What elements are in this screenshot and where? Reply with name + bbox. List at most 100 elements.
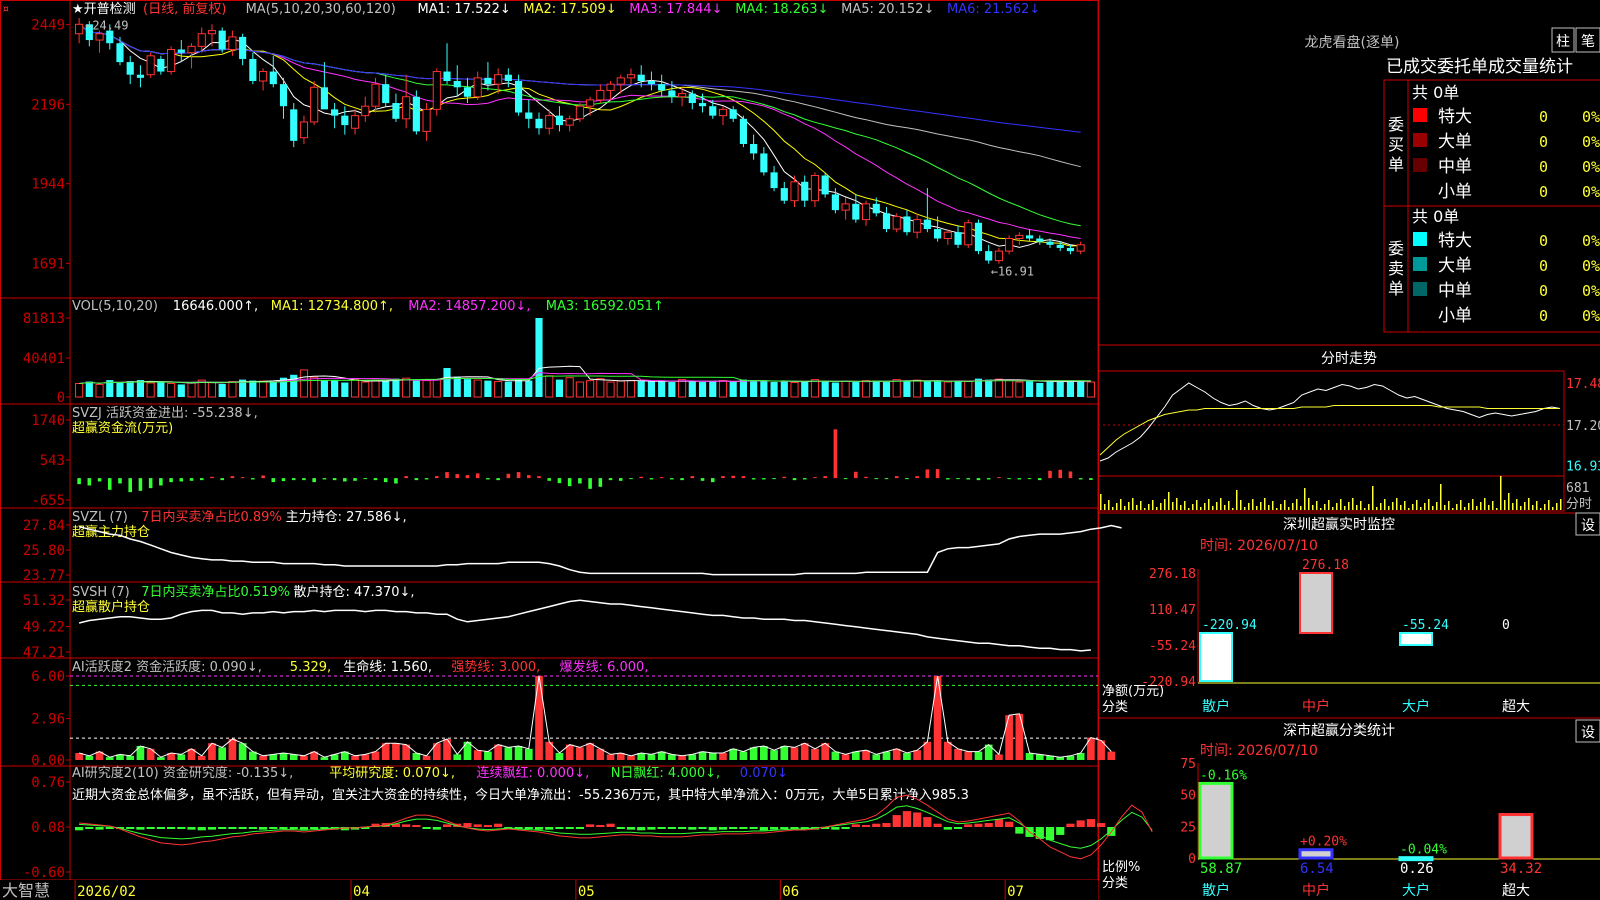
candle-body (586, 99, 595, 107)
ai-research-bar (555, 827, 564, 829)
ai-research-bar (299, 827, 309, 830)
ai-research-header-4: 0.070↓ (740, 766, 788, 781)
svzj-bar (782, 476, 787, 479)
volume-bar (565, 377, 574, 398)
sz-class-bar[interactable]: 34.32 (1498, 813, 1542, 877)
sz-class-value-label: 34.32 (1500, 861, 1542, 877)
intraday-volume-tick (1512, 503, 1514, 510)
svsh-panel[interactable]: SVSH (7) 7日内买卖净占比0.519% 散户持仓: 47.370↓, 超赢散户… (23, 584, 1091, 661)
candle-body (545, 115, 554, 129)
candle-body (382, 84, 390, 104)
svzj-panel[interactable]: SVZJ 活跃资金进出: -55.238↓,超赢资金流(万元) 1740 543 -6… (31, 405, 1093, 509)
candle-body (146, 55, 155, 76)
main-header-5: MA3: 17.844↓ (629, 2, 722, 17)
sell-row-value: 0 (1539, 232, 1548, 250)
sz-class-settings-button[interactable]: 设 (1575, 719, 1600, 743)
ai-research-bar (872, 823, 881, 827)
svzj-bar (751, 478, 756, 480)
vol-header-3: MA2: 14857.200↓, (408, 299, 530, 314)
sz-monitor-bar-rect (1199, 632, 1233, 683)
tick-count-button[interactable]: 笔 (1575, 27, 1600, 53)
svzl-panel[interactable]: SVZL (7) 7日内买卖净占比0.89% 主力持仓: 27.586↓, 超赢主力持… (23, 509, 1122, 584)
svzj-bar (97, 478, 102, 482)
volume-bar (85, 381, 93, 397)
candle-body (504, 74, 512, 81)
candle-body (279, 84, 288, 107)
volume-bar (934, 381, 942, 397)
intraday-volume-tick (1472, 499, 1474, 510)
volume-bar (207, 382, 217, 398)
svzj-bar (608, 478, 613, 481)
intraday-volume-tick (1376, 507, 1378, 510)
intraday-volume-tick (1488, 505, 1490, 510)
sz-class-value-label: 0.26 (1400, 861, 1434, 877)
main-ytick-3: 1691 (31, 256, 65, 272)
x-label-2: 05 (578, 884, 595, 900)
svzl-line (78, 524, 1122, 576)
candle-body (1046, 241, 1054, 245)
intraday-volume-tick (1232, 508, 1234, 510)
svzj-bar (424, 478, 429, 480)
volume-bar (1036, 382, 1044, 397)
svzj-bar (240, 477, 245, 479)
svzj-bar (618, 478, 623, 481)
svzj-bar (905, 478, 909, 480)
column-chart-button[interactable]: 柱 (1551, 27, 1575, 53)
ai-research-ytick-1: 0.08 (31, 820, 65, 836)
ai-activity-panel[interactable]: AI活跃度2 资金活跃度: 0.090↓, 5.329, 生命线: 1.560, 强势… (31, 659, 1116, 769)
sz-monitor-ytick-1: 110.47 (1149, 603, 1196, 618)
intraday-volume-tick (1396, 498, 1398, 510)
candle-body (126, 62, 134, 75)
volume-panel[interactable]: VOL(5,10,20) 16646.000↑, MA1: 12734.800↑, M… (23, 299, 1095, 406)
sz-class-bar[interactable]: -0.16% 58.87 (1198, 768, 1247, 877)
sz-class-category-3: 超大 (1502, 883, 1530, 899)
volume-bar (923, 381, 931, 397)
ai-research-bar (207, 827, 217, 830)
ai-research-bar (708, 827, 717, 831)
ai-active-bar (504, 747, 513, 760)
ai-research-header-3: N日飘红: 4.000↓, (611, 765, 720, 781)
sz-monitor-value-label: 0 (1502, 618, 1510, 633)
sz-class-bar-rect (1398, 856, 1434, 862)
buy-order-label: 单 (1388, 155, 1404, 174)
candle-body (331, 109, 339, 116)
sz-monitor-bar[interactable]: 0 (1502, 618, 1510, 633)
volume-bar (994, 378, 1003, 398)
ai-active-bar (872, 754, 881, 760)
sz-monitor-bar[interactable]: 276.18 (1299, 558, 1349, 635)
intraday-volume-tick (1160, 503, 1162, 510)
ai-research-bar (831, 827, 840, 830)
svzj-bar (721, 476, 725, 479)
ai-research-panel[interactable]: AI研究度2(10) 资金研究度: -0.135↓, 平均研究度: 0.070↓,… (23, 765, 1153, 881)
ai-research-bar (749, 827, 758, 829)
svsh-header-1: 7日内买卖净占比0.519% (141, 584, 290, 600)
ai-active-bar (943, 741, 952, 760)
sz-class-bar[interactable]: -0.04% 0.26 (1398, 843, 1447, 877)
intraday-volume-tick (1444, 505, 1446, 510)
volume-bar (596, 378, 605, 398)
sell-row-percent: 0% (1582, 232, 1600, 250)
intraday-volume-tick (1348, 502, 1350, 510)
intraday-volume-tick (1372, 486, 1374, 510)
volume-bar (443, 368, 451, 397)
sz-class-bar[interactable]: +0.20% 6.54 (1298, 835, 1347, 877)
intraday-volume-tick (1120, 499, 1122, 510)
ai-active-bar (279, 753, 288, 760)
volume-bar (831, 382, 839, 397)
ai-research-ytick-0: 0.76 (31, 775, 65, 791)
ai-research-bar (974, 823, 983, 827)
candle-body (484, 77, 492, 85)
sz-monitor-bar[interactable]: -220.94 (1199, 618, 1257, 683)
svzj-bar (997, 477, 1001, 479)
buy-row-swatch (1413, 133, 1427, 147)
main-candlestick-panel[interactable]: ¤ ★开普检测 (日线, 前复权) MA(5,10,20,30,60,120) MA1:… (2, 1, 1085, 278)
sz-monitor-bar[interactable]: -55.24 (1399, 618, 1449, 647)
ai-active-bar (647, 754, 656, 760)
svzj-bar (823, 476, 827, 479)
ai-active-bar (719, 753, 727, 760)
intraday-volume-tick (1228, 501, 1230, 510)
svzj-subtitle: 超赢资金流(万元) (72, 420, 173, 436)
volume-bar (964, 381, 973, 398)
volume-bar (1077, 380, 1085, 397)
sz-monitor-settings-button[interactable]: 设 (1575, 512, 1600, 536)
